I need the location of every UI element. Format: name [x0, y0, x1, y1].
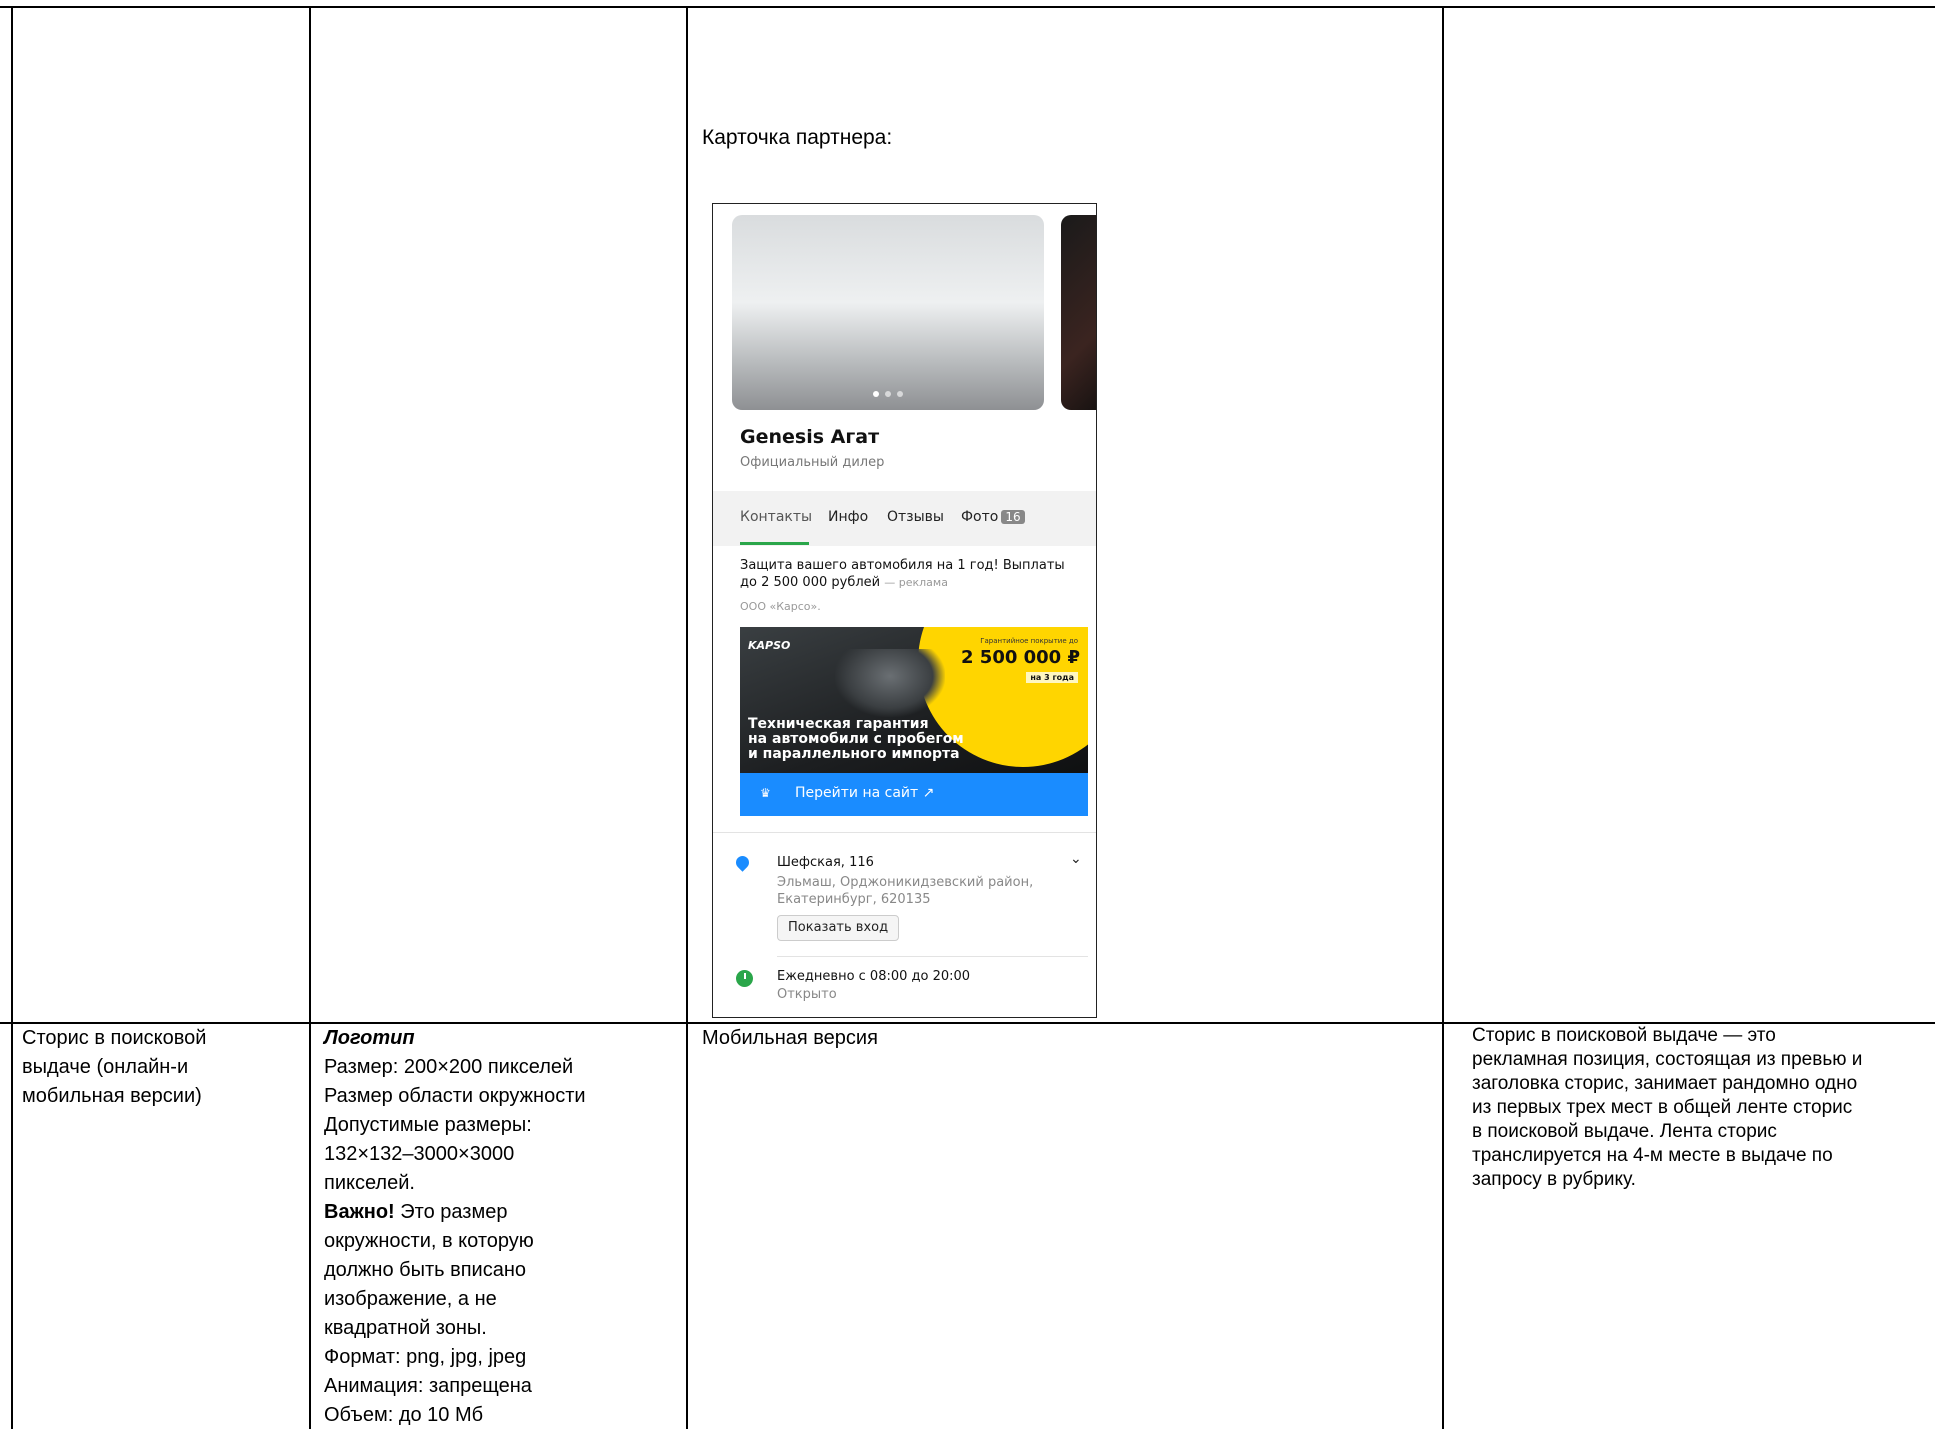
cell-line: квадратной зоны.	[324, 1317, 487, 1339]
description-cell: Сторис в поисковой выдаче — это рекламна…	[1472, 1024, 1862, 1192]
banner-headline-line: на автомобили с пробегом	[748, 731, 964, 747]
banner-headline-line: Техническая гарантия	[748, 716, 929, 732]
cell-line: мобильная версии)	[22, 1085, 202, 1107]
table-column-divider-1	[309, 6, 311, 1429]
car-image	[835, 649, 945, 717]
ad-organization: ООО «Карсо».	[740, 600, 821, 613]
logo-title-text: Логотип	[324, 1027, 415, 1049]
carousel-dot	[873, 391, 879, 397]
partner-card-screenshot: Genesis Агат Официальный дилер Контакты …	[712, 203, 1097, 1018]
cell-line: в поисковой выдаче. Лента сторис	[1472, 1121, 1777, 1142]
logo-title: Логотип	[324, 1024, 586, 1053]
table-column-divider-2	[686, 6, 688, 1429]
format-name-cell: Сторис в поисковой выдаче (онлайн-и моби…	[22, 1024, 206, 1111]
tab-info[interactable]: Инфо	[828, 509, 868, 525]
working-hours: Ежедневно с 08:00 до 20:00	[777, 969, 971, 984]
partner-subtitle: Официальный дилер	[740, 455, 885, 470]
cell-line: 132×132–3000×3000	[324, 1143, 515, 1165]
banner-years: на 3 года	[1026, 672, 1078, 683]
cell-line: из первых трех мест в общей ленте сторис	[1472, 1097, 1853, 1118]
cell-line: Сторис в поисковой выдаче — это	[1472, 1025, 1776, 1046]
cell-line: окружности, в которую	[324, 1230, 534, 1252]
karso-logo: KAPSO	[748, 639, 791, 652]
next-photo-preview[interactable]	[1061, 215, 1096, 410]
cell-line: Анимация: запрещена	[324, 1375, 532, 1397]
cell-line: рекламная позиция, состоящая из превью и	[1472, 1049, 1863, 1070]
address-details: Эльмаш, Орджоникидзевский район, Екатери…	[777, 874, 1077, 908]
ad-mark: — реклама	[884, 576, 948, 589]
tab-contacts[interactable]: Контакты	[740, 509, 812, 525]
crown-icon: ♛	[760, 786, 771, 800]
cell-line: Допустимые размеры:	[324, 1114, 532, 1136]
tab-reviews[interactable]: Отзывы	[887, 509, 944, 525]
table-top-border	[0, 6, 1935, 8]
important-rest: Это размер	[394, 1201, 508, 1223]
carousel-dot	[885, 391, 891, 397]
tab-photos[interactable]: Фото 16	[961, 509, 1025, 525]
cell-line: Размер: 200×200 пикселей	[324, 1056, 574, 1078]
cell-line: должно быть вписано	[324, 1259, 527, 1281]
cell-line: изображение, а не	[324, 1288, 497, 1310]
cell-line: Формат: png, jpg, jpeg	[324, 1346, 527, 1368]
divider	[713, 832, 1096, 833]
photo-count-badge: 16	[1001, 510, 1025, 524]
banner-amount: 2 500 000 ₽	[961, 647, 1080, 668]
ad-text: Защита вашего автомобиля на 1 год! Выпла…	[740, 557, 1080, 591]
cell-line: выдаче (онлайн-и	[22, 1056, 189, 1078]
divider	[777, 956, 1088, 957]
chevron-down-icon[interactable]: ⌄	[1070, 851, 1082, 867]
example-cell: Мобильная версия	[702, 1024, 878, 1053]
document-page: Карточка партнера: Genesis Агат Официаль…	[0, 0, 1935, 1429]
mobile-version-label: Мобильная версия	[702, 1027, 878, 1049]
open-status: Открыто	[777, 987, 837, 1002]
cell-line: Размер области окружности	[324, 1085, 586, 1107]
banner-headline: Техническая гарантия на автомобили с про…	[748, 717, 964, 762]
ad-banner[interactable]: KAPSO Гарантийное покрытие до 2 500 000 …	[740, 627, 1088, 773]
location-pin-icon	[733, 853, 752, 872]
active-tab-indicator	[740, 542, 809, 545]
important-label: Важно!	[324, 1201, 395, 1223]
table-left-border	[11, 6, 13, 1429]
cell-line: заголовка сторис, занимает рандомно одно	[1472, 1073, 1858, 1094]
show-entrance-button[interactable]: Показать вход	[777, 915, 900, 941]
go-to-site-label: Перейти на сайт ↗	[795, 785, 935, 801]
partner-name: Genesis Агат	[740, 426, 880, 448]
cell-line: запросу в рубрику.	[1472, 1169, 1636, 1190]
address-line: Эльмаш, Орджоникидзевский район,	[777, 875, 1034, 890]
cell-line: пикселей.	[324, 1172, 415, 1194]
tab-photos-label: Фото	[961, 509, 999, 525]
address-line: Екатеринбург, 620135	[777, 892, 931, 907]
go-to-site-button[interactable]: ♛ Перейти на сайт ↗	[740, 773, 1088, 816]
address-street: Шефская, 116	[777, 855, 874, 870]
carousel-dot	[897, 391, 903, 397]
cell-line: Сторис в поисковой	[22, 1027, 207, 1049]
cell-line: транслируется на 4-м месте в выдаче по	[1472, 1145, 1833, 1166]
partner-tabs: Контакты Инфо Отзывы Фото 16	[713, 491, 1096, 546]
table-column-divider-3	[1442, 6, 1444, 1429]
showroom-photo[interactable]	[732, 215, 1044, 410]
cell-line: Объем: до 10 Мб	[324, 1404, 484, 1426]
clock-icon	[736, 970, 753, 987]
important-note: Важно! Это размер	[324, 1198, 586, 1227]
banner-coverage-label: Гарантийное покрытие до	[980, 637, 1078, 645]
banner-headline-line: и параллельного импорта	[748, 746, 960, 762]
photo-carousel-dots	[732, 382, 1044, 401]
requirements-cell: Логотип Размер: 200×200 пикселей Размер …	[324, 1024, 586, 1430]
partner-card-caption: Карточка партнера:	[702, 126, 893, 149]
